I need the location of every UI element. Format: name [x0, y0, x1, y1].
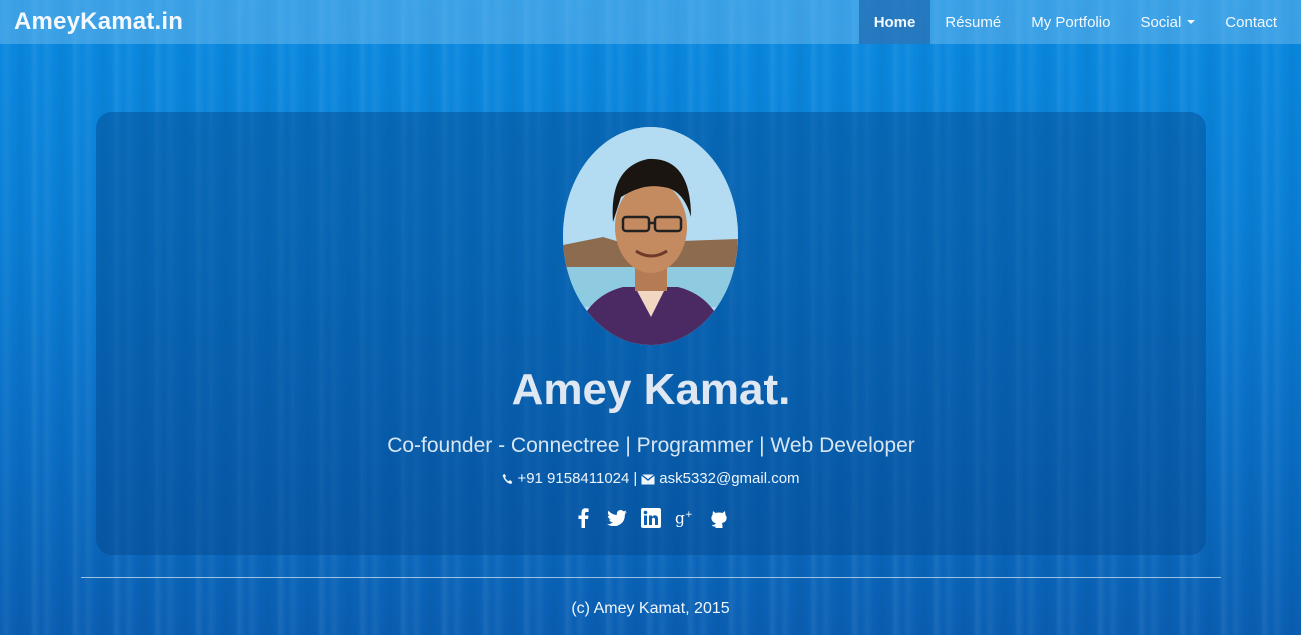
phone-number[interactable]: +91 9158411024 [517, 470, 629, 487]
nav-contact[interactable]: Contact [1210, 0, 1292, 44]
profile-tagline: Co-founder - Connectree | Programmer | W… [387, 434, 915, 457]
avatar-photo [563, 127, 738, 345]
caret-down-icon [1187, 20, 1196, 24]
email-address[interactable]: ask5332@gmail.com [659, 470, 799, 487]
footer-divider [81, 577, 1221, 578]
social-links: g + [96, 507, 1206, 529]
facebook-icon[interactable] [573, 507, 593, 529]
nav-social-label: Social [1140, 13, 1182, 31]
linkedin-icon[interactable] [641, 507, 661, 529]
profile-avatar [563, 127, 738, 345]
svg-text:g: g [675, 509, 685, 527]
envelope-icon [641, 474, 656, 485]
github-icon[interactable] [709, 507, 729, 529]
nav-portfolio[interactable]: My Portfolio [1016, 0, 1125, 44]
site-brand-link[interactable]: AmeyKamat.in [0, 8, 183, 36]
footer-copyright: (c) Amey Kamat, 2015 [571, 600, 730, 617]
nav-social-dropdown[interactable]: Social [1125, 0, 1210, 44]
navbar: AmeyKamat.in Home Résumé My Portfolio So… [0, 0, 1301, 44]
nav-home[interactable]: Home [858, 0, 931, 44]
contact-separator: | [633, 470, 638, 487]
nav-resume[interactable]: Résumé [930, 0, 1016, 44]
contact-info: +91 9158411024 | ask5332@gmail.com [96, 470, 1206, 487]
phone-icon [503, 473, 513, 484]
profile-name: Amey Kamat. [511, 365, 791, 414]
profile-card: Amey Kamat. Co-founder - Connectree | Pr… [96, 112, 1206, 555]
google-plus-icon[interactable]: g + [675, 507, 695, 529]
nav-menu: Home Résumé My Portfolio Social Contact [858, 0, 1301, 44]
svg-text:+: + [685, 510, 693, 520]
twitter-icon[interactable] [607, 507, 627, 529]
